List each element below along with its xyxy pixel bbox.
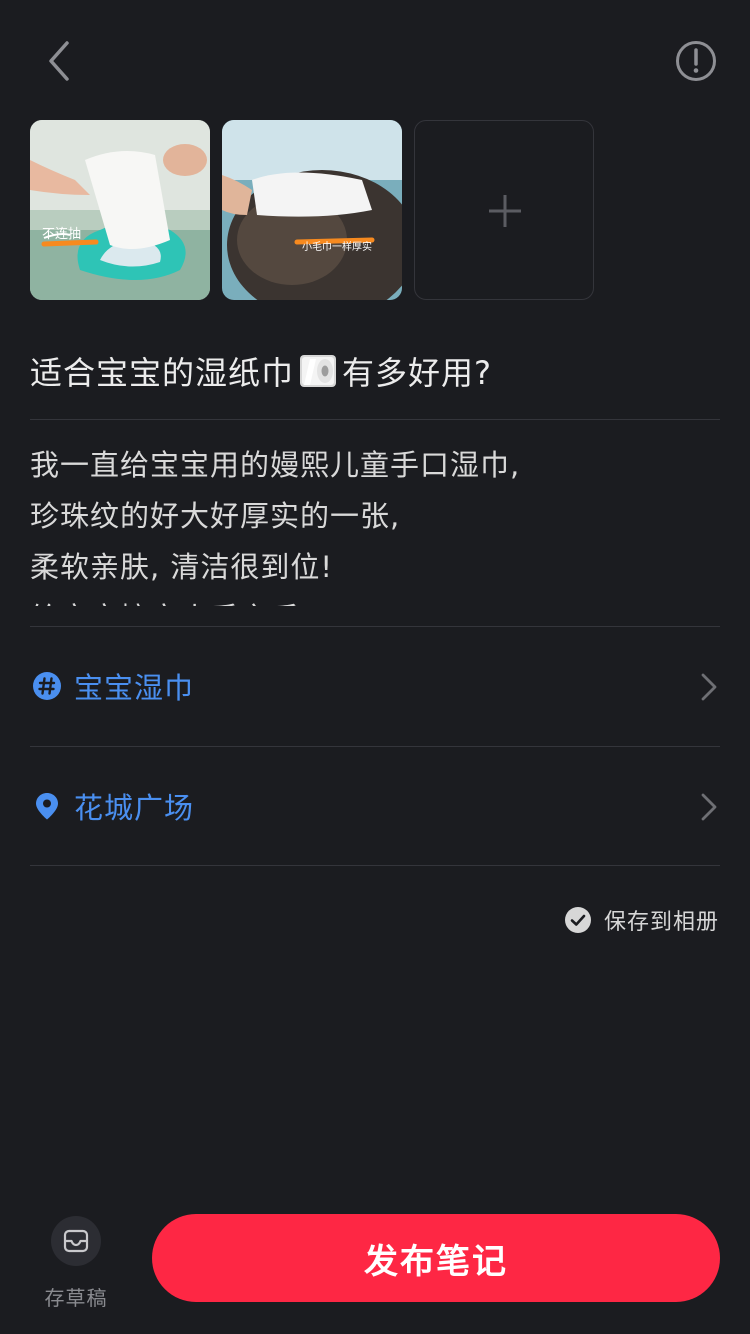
check-circle-icon: [565, 907, 591, 933]
note-editor-page: 不连抽 小毛巾一样厚实 适合宝宝的湿纸巾 有多好用? 我一直给宝宝用的嫚熙儿童手…: [0, 0, 750, 1334]
back-button[interactable]: [38, 38, 82, 84]
body-line-2: 珍珠纹的好大好厚实的一张,: [30, 499, 401, 533]
location-row[interactable]: 花城广场: [30, 747, 720, 865]
image-thumbnail-2[interactable]: 小毛巾一样厚实: [222, 120, 402, 300]
exclamation-circle-icon: [676, 41, 716, 81]
chevron-right-icon: [701, 673, 717, 701]
note-title-input[interactable]: 适合宝宝的湿纸巾 有多好用?: [30, 342, 720, 400]
topic-row[interactable]: 宝宝湿巾: [30, 627, 720, 745]
chevron-left-icon: [49, 41, 69, 81]
save-to-album-label: 保存到相册: [604, 910, 720, 935]
location-divider: [30, 865, 720, 866]
save-draft-label: 存草稿: [44, 1286, 108, 1310]
inbox-tray-icon: [63, 1229, 89, 1253]
image-list: 不连抽 小毛巾一样厚实: [30, 120, 720, 300]
roll-of-paper-icon: [300, 355, 337, 387]
info-button[interactable]: [674, 39, 718, 83]
plus-icon: [489, 195, 521, 227]
save-to-album-toggle[interactable]: 保存到相册: [564, 904, 719, 936]
add-image-button[interactable]: [414, 120, 594, 300]
overlay-text-2: 小毛巾一样厚实: [302, 240, 372, 253]
image-thumbnail-1[interactable]: 不连抽: [30, 120, 210, 300]
location-label: 花城广场: [74, 791, 195, 825]
body-line-1: 我一直给宝宝用的嫚熙儿童手口湿巾,: [30, 448, 521, 482]
note-body-input[interactable]: 我一直给宝宝用的嫚熙儿童手口湿巾, 珍珠纹的好大好厚实的一张, 柔软亲肤, 清洁…: [30, 440, 720, 606]
body-line-4: 给宝宝擦完小手之后: [30, 593, 720, 606]
publish-note-button[interactable]: 发布笔记: [152, 1214, 720, 1302]
title-divider: [30, 419, 720, 420]
note-title-part-2: 有多好用?: [342, 354, 493, 392]
chevron-right-icon: [701, 793, 717, 821]
draft-icon-circle: [51, 1216, 101, 1266]
hashtag-icon: [33, 672, 61, 700]
body-line-3: 柔软亲肤, 清洁很到位!: [30, 550, 334, 584]
overlay-text-1: 不连抽: [42, 226, 81, 242]
save-draft-button[interactable]: 存草稿: [40, 1216, 112, 1312]
note-title-part-1: 适合宝宝的湿纸巾: [30, 354, 295, 392]
topic-label: 宝宝湿巾: [74, 671, 195, 705]
location-pin-icon: [36, 793, 58, 820]
